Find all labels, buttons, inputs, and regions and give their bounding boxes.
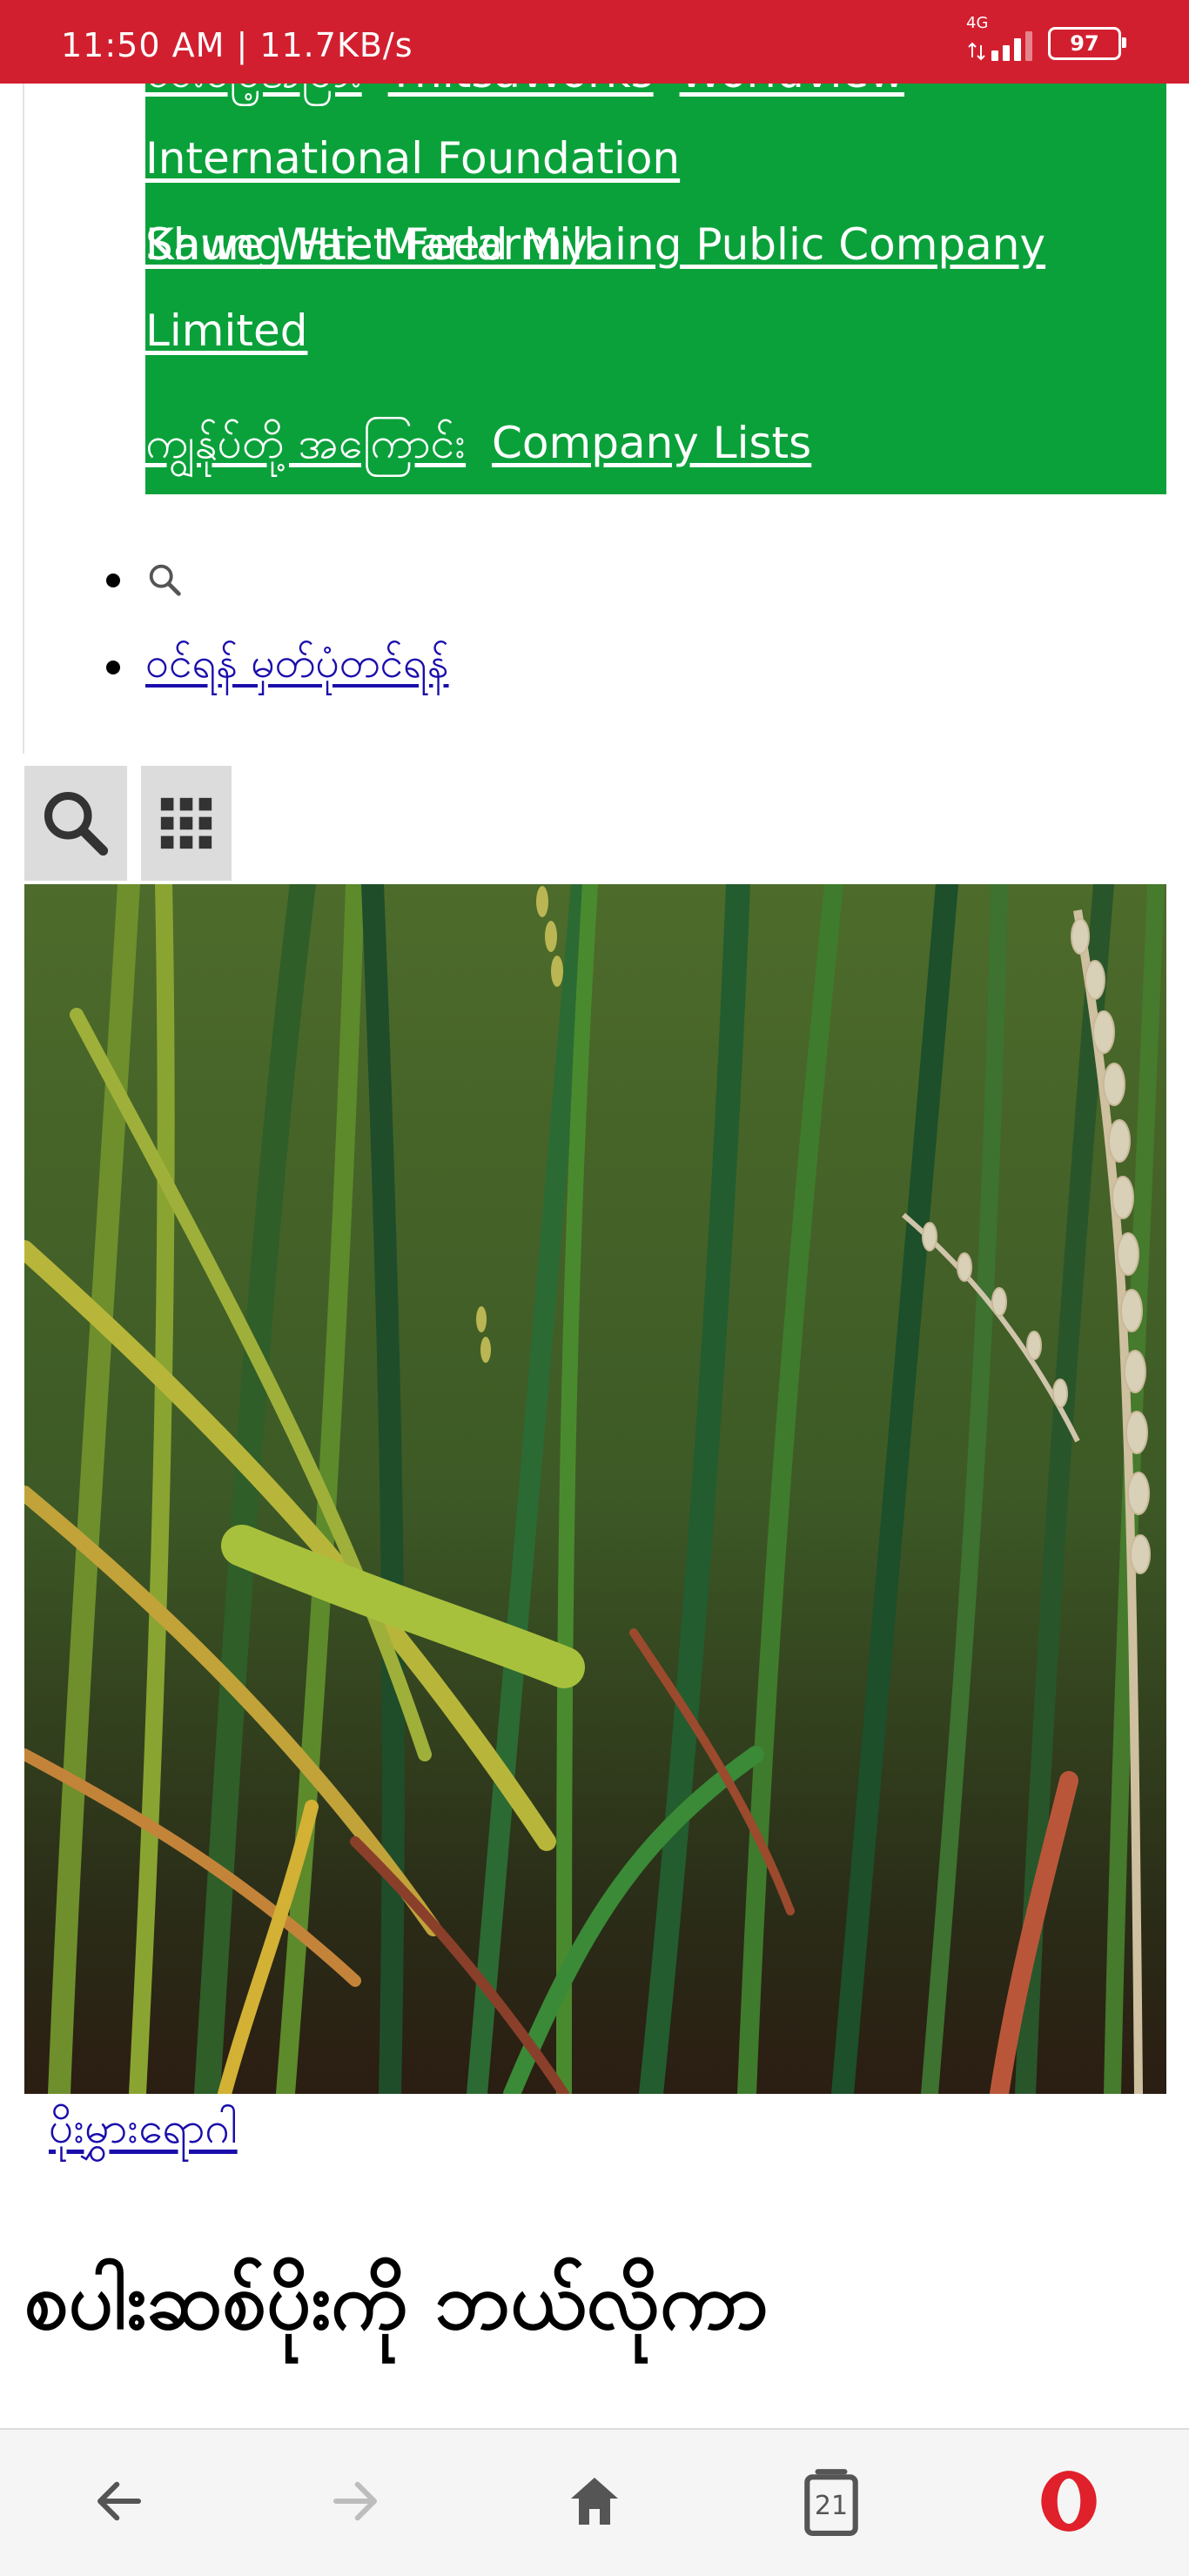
- green-menu: ဝေးမြေ့အခြား ThitsaWorks Worldview Inter…: [145, 47, 1166, 494]
- status-bar: 11:50 AM | 11.7KB/s 4G 97: [0, 0, 1189, 84]
- rice-plants-photo: [24, 884, 1166, 2094]
- menu-row-5: ကျွန်ုပ်တို့ အကြောင်း Company Lists: [145, 400, 823, 486]
- forward-arrow-icon: [333, 2481, 378, 2521]
- rice-plants-illustration: [24, 884, 1166, 2094]
- network-type: 4G: [966, 14, 989, 32]
- forward-button[interactable]: [303, 2449, 407, 2553]
- bullet: [106, 661, 120, 674]
- menu-row-3: Shwe Wai Marlarmyaing Public Company: [145, 202, 1166, 288]
- nav-item-search[interactable]: [106, 550, 185, 611]
- menu-link-shwe-wai[interactable]: Shwe Wai: [145, 219, 356, 270]
- search-button[interactable]: [24, 766, 127, 881]
- battery-icon: 97: [1048, 27, 1126, 60]
- home-button[interactable]: [542, 2449, 647, 2553]
- opera-menu-button[interactable]: [1017, 2449, 1121, 2553]
- apps-button[interactable]: [141, 766, 232, 881]
- category-link[interactable]: ပိုးမွှားရောဂါ: [49, 2101, 238, 2164]
- content-divider: [23, 84, 24, 754]
- tabs-count: 21: [814, 2490, 849, 2521]
- nav-item-login: ဝင်ရန် မှတ်ပုံတင်ရန်: [106, 637, 449, 698]
- battery-level: 97: [1070, 31, 1099, 56]
- signal-icon: 4G: [966, 14, 1032, 61]
- article-headline: စပါးဆစ်ပိုးကို ဘယ်လိုကာ: [24, 2256, 769, 2347]
- search-icon[interactable]: [145, 560, 185, 600]
- menu-link-marlarmyaing[interactable]: Marlarmyaing Public Company: [382, 219, 1045, 270]
- back-button[interactable]: [67, 2449, 171, 2553]
- browser-bottom-nav: 21: [0, 2428, 1189, 2576]
- bullet: [106, 574, 120, 587]
- browser-page: 11:50 AM | 11.7KB/s 4G 97 ဝ: [0, 0, 1189, 2576]
- menu-row-2: International Foundation Kaung Htet Feed…: [145, 116, 1166, 270]
- login-register-link[interactable]: ဝင်ရန် မှတ်ပုံတင်ရန်: [145, 637, 449, 698]
- opera-logo-icon: [1041, 2471, 1097, 2532]
- grid-icon: [160, 797, 212, 849]
- data-arrows-icon: [968, 42, 985, 61]
- menu-link-international-foundation[interactable]: International Foundation: [145, 133, 680, 184]
- status-time: 11:50 AM | 11.7KB/s: [61, 26, 413, 64]
- menu-link-company-lists[interactable]: Company Lists: [492, 418, 811, 468]
- menu-row-4: Limited: [145, 288, 1166, 374]
- search-icon: [44, 791, 109, 856]
- status-indicators: 4G 97: [966, 14, 1126, 63]
- menu-link-about-us[interactable]: ကျွန်ုပ်တို့ အကြောင်း: [145, 418, 466, 468]
- back-arrow-icon: [97, 2481, 142, 2521]
- home-icon: [571, 2478, 618, 2525]
- green-menu-links: ဝေးမြေ့အခြား ThitsaWorks Worldview Inter…: [145, 47, 1166, 374]
- menu-link-limited[interactable]: Limited: [145, 305, 307, 356]
- tabs-button[interactable]: 21: [779, 2449, 883, 2553]
